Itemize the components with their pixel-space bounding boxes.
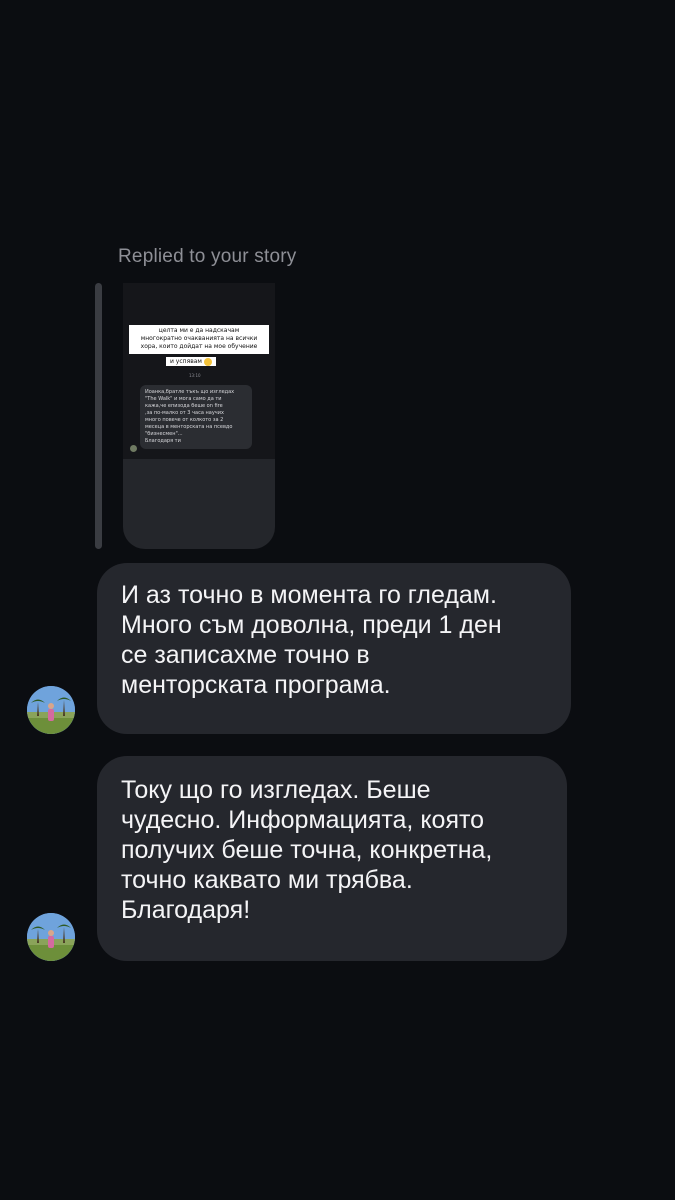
story-inner-line: ,за по-малко от 3 часа научих bbox=[145, 410, 224, 416]
message-line: Много съм доволна, преди 1 ден bbox=[121, 611, 502, 639]
story-quote-tail-text: и успявам bbox=[170, 358, 202, 365]
story-inner-line: Благодаря ти bbox=[145, 438, 181, 444]
message-line: точно каквато ми трябва. bbox=[121, 866, 413, 894]
message-line: менторската програма. bbox=[121, 671, 391, 699]
smile-emoji-icon bbox=[203, 357, 212, 366]
story-inner-message: Йоанка,братле тъкъ що изгледах "The Walk… bbox=[140, 385, 252, 449]
avatar-photo bbox=[27, 686, 75, 734]
avatar-photo bbox=[27, 913, 75, 961]
story-inner-line: много повече от колкото за 2 bbox=[145, 417, 224, 423]
message-line: получих беше точна, конкретна, bbox=[121, 836, 493, 864]
message-line: И аз точно в момента го гледам. bbox=[121, 581, 497, 609]
story-inner-line: кажа,че епизода беше on fire bbox=[145, 403, 223, 409]
message-line: Току що го изгледах. Беше bbox=[121, 776, 431, 804]
message-line: чудесно. Информацията, която bbox=[121, 806, 485, 834]
message-bubble[interactable]: И аз точно в момента го гледам. Много съ… bbox=[97, 563, 571, 734]
story-preview-image: целта ми е да надскачам многократно очак… bbox=[123, 283, 275, 459]
message-bubble[interactable]: Току що го изгледах. Беше чудесно. Инфор… bbox=[97, 756, 567, 961]
story-inner-line: месеца в менторската на псевдо bbox=[145, 424, 233, 430]
story-inner-line: "бизнесмен"... bbox=[145, 431, 183, 437]
story-quote-line: многократно очакванията на всички bbox=[140, 335, 258, 342]
replied-to-story-label: Replied to your story bbox=[118, 246, 297, 267]
story-quote-tail: и успявам bbox=[166, 357, 216, 366]
story-quote-line: хора, които дойдат на мое обучение bbox=[140, 343, 258, 350]
message-line: се записахме точно в bbox=[121, 641, 370, 669]
story-preview-card[interactable]: целта ми е да надскачам многократно очак… bbox=[123, 283, 275, 549]
story-quote-box: целта ми е да надскачам многократно очак… bbox=[129, 325, 269, 354]
story-inner-line: "The Walk" и мога само да ти bbox=[145, 396, 222, 402]
sender-avatar-icon[interactable] bbox=[27, 686, 75, 734]
story-inner-line: Йоанка,братле тъкъ що изгледах bbox=[145, 389, 235, 395]
story-avatar-icon bbox=[130, 445, 137, 452]
story-quote-line: целта ми е да надскачам bbox=[158, 327, 240, 334]
sender-avatar-icon[interactable] bbox=[27, 913, 75, 961]
reply-indicator-bar bbox=[95, 283, 102, 549]
story-timestamp: 13:10 bbox=[189, 373, 201, 378]
message-line: Благодаря! bbox=[121, 896, 251, 924]
